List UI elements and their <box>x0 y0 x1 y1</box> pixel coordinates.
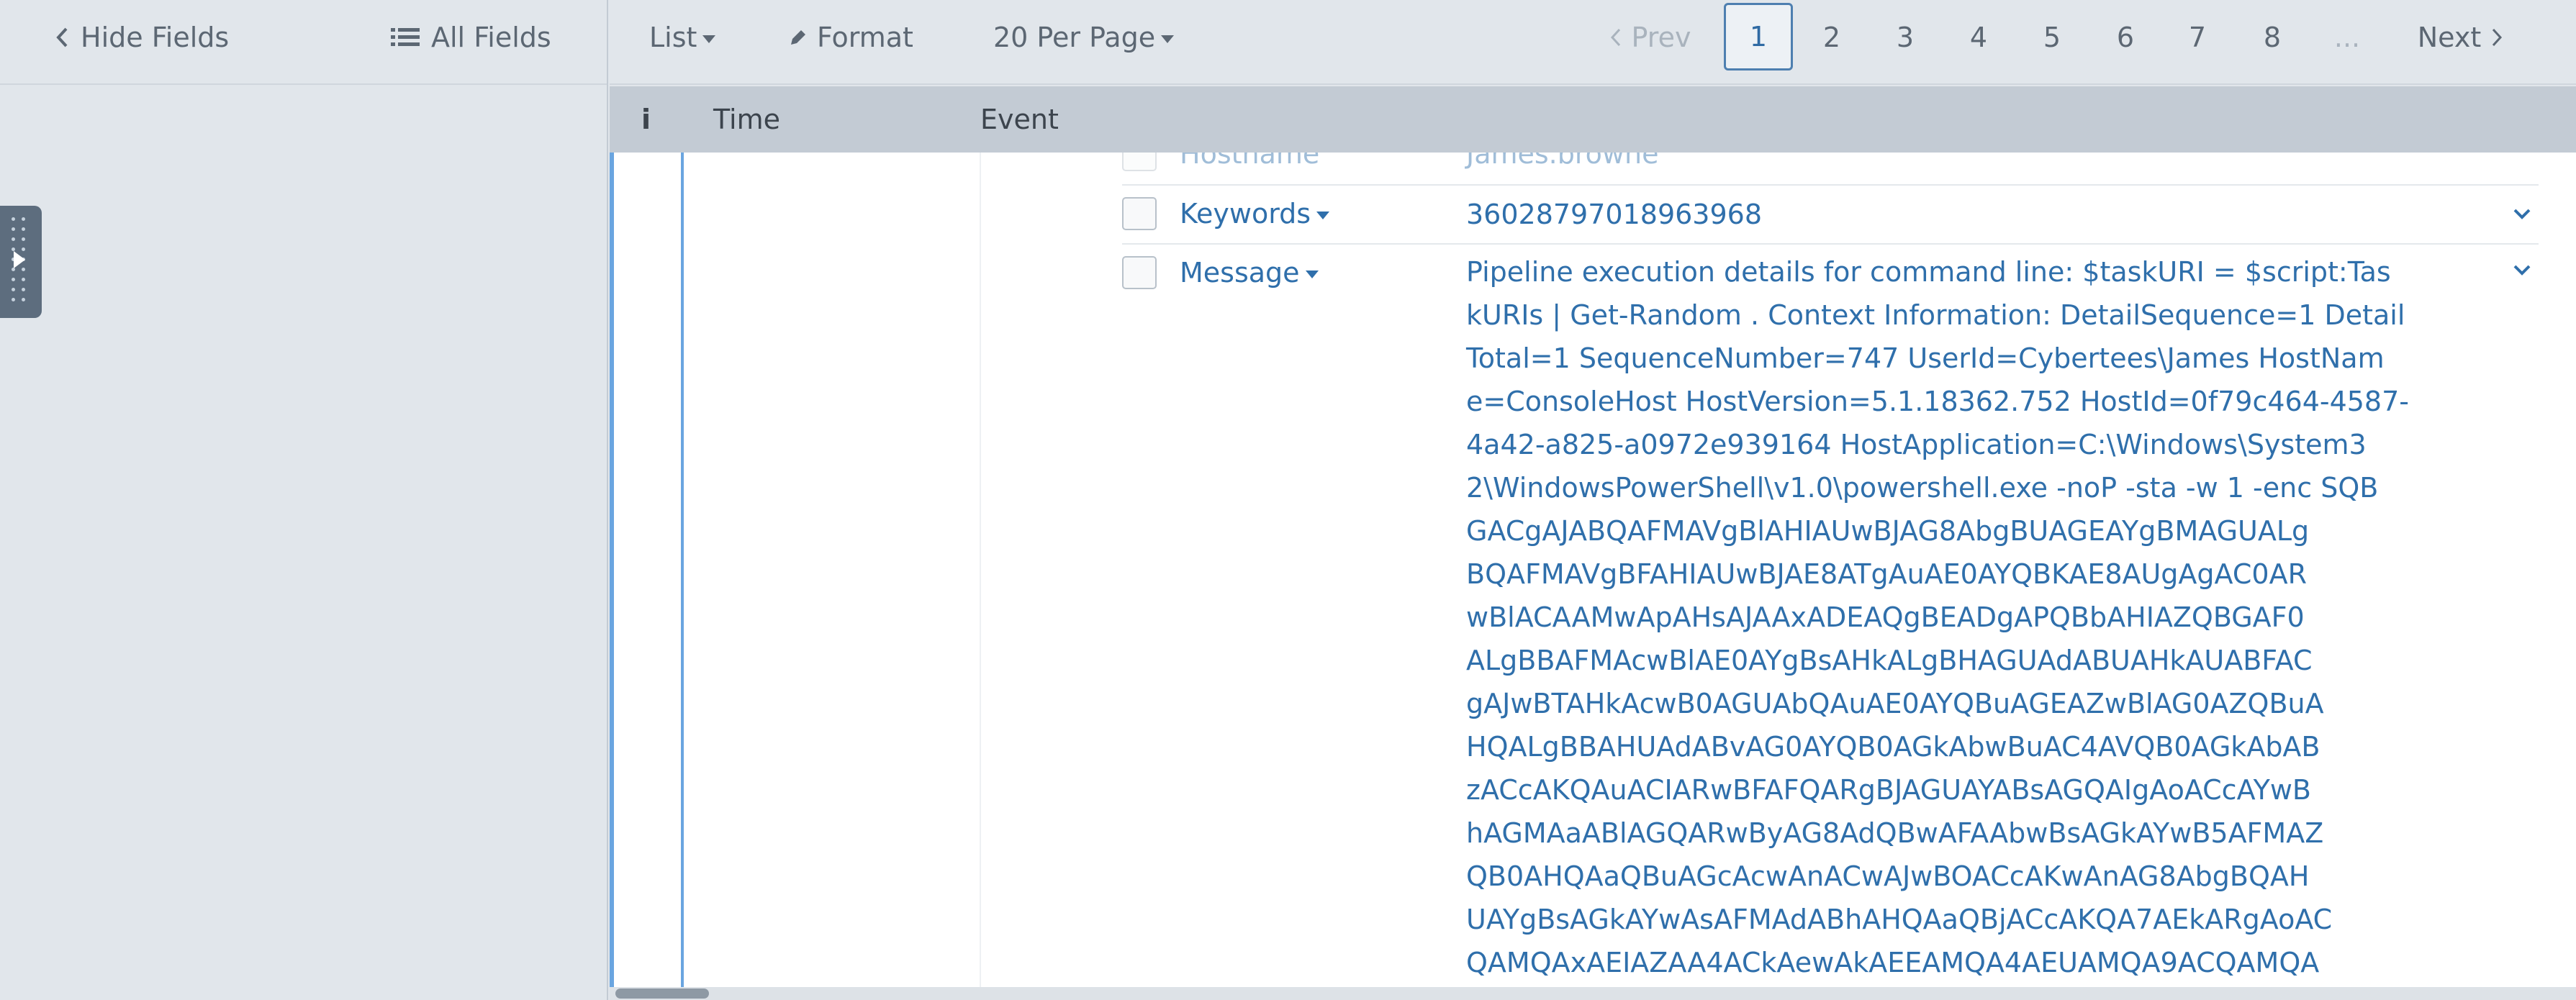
message-line: Pipeline execution details for command l… <box>1466 256 2391 288</box>
sidebar-header: Hide Fields All Fields <box>0 0 607 85</box>
chevron-down-icon[interactable] <box>2508 256 2536 285</box>
field-value-keywords[interactable]: 36028797018963968 <box>1466 199 1762 230</box>
field-name-message: Message <box>1180 257 1300 288</box>
pencil-icon <box>788 27 808 47</box>
field-name-message-dropdown[interactable]: Message <box>1180 255 1319 291</box>
horizontal-scrollbar[interactable] <box>610 987 2576 1000</box>
play-icon <box>14 251 25 268</box>
event-field-row-keywords: Keywords 36028797018963968 <box>1122 184 2539 243</box>
panel-drag-handle[interactable] <box>0 206 42 318</box>
message-line: GACgAJABQAFMAVgBlAHIAUwBJAG8AbgBUAGEAYgB… <box>1466 515 2310 547</box>
message-line: ALgBBAFMAcwBlAE0AYgBsAHkALgBHAGUAdABUAHk… <box>1466 645 2313 676</box>
hide-fields-button[interactable]: Hide Fields <box>55 0 229 75</box>
message-line: wBlACAAMwApAHsAJAAxADEAQgBEADgAPQBbAHIAZ… <box>1466 601 2305 633</box>
caret-down-icon <box>702 35 716 43</box>
message-line: HQALgBBAHUAdABvAG0AYQB0AGkAbwBuAC4AVQB0A… <box>1466 731 2320 763</box>
next-page-button[interactable]: Next <box>2406 0 2514 75</box>
message-line: kURIs | Get-Random . Context Information… <box>1466 299 2405 331</box>
message-line: gAJwBTAHkAcwB0AGUAbQAuAE0AYQBuAGEAZwBlAG… <box>1466 688 2324 719</box>
event-column-header[interactable]: Event <box>980 86 1059 153</box>
list-view-label: List <box>649 22 697 53</box>
hide-fields-label: Hide Fields <box>81 22 230 53</box>
time-column-header[interactable]: Time <box>713 86 780 153</box>
page-6-button[interactable]: 6 <box>2104 0 2147 75</box>
message-line: 4a42-a825-a0972e939164 HostApplication=C… <box>1466 429 2367 460</box>
format-label: Format <box>817 22 913 53</box>
prev-page-label: Prev <box>1631 22 1691 53</box>
page-1-button[interactable]: 1 <box>1724 3 1793 71</box>
page-2-button[interactable]: 2 <box>1810 0 1853 75</box>
results-toolbar: List Format 20 Per Page Prev 1 2 3 4 5 6… <box>610 0 2576 85</box>
info-column-header: i <box>641 104 651 135</box>
field-checkbox[interactable] <box>1122 256 1157 289</box>
caret-down-icon <box>1305 270 1319 278</box>
chevron-left-icon <box>1610 28 1622 47</box>
page-4-button[interactable]: 4 <box>1957 0 2000 75</box>
page-7-button[interactable]: 7 <box>2176 0 2219 75</box>
field-value-message[interactable]: Pipeline execution details for command l… <box>1466 250 2409 984</box>
field-name-keywords: Keywords <box>1180 198 1311 229</box>
results-list: Hostname James.browne Keywords 360287970… <box>610 153 2576 987</box>
list-view-dropdown[interactable]: List <box>649 0 716 75</box>
field-checkbox[interactable] <box>1122 197 1157 230</box>
chevron-right-icon <box>2491 28 2503 47</box>
field-name-hostname[interactable]: Hostname <box>1180 153 1319 170</box>
message-line: hAGMAaABlAGQARwByAG8AdQBwAFAAbwBsAGkAYwB… <box>1466 817 2324 849</box>
field-name-keywords-dropdown[interactable]: Keywords <box>1180 196 1330 232</box>
caret-down-icon <box>1316 211 1330 219</box>
scrollbar-thumb[interactable] <box>615 988 709 999</box>
per-page-dropdown[interactable]: 20 Per Page <box>993 0 1175 75</box>
message-line: BQAFMAVgBFAHIAUwBJAE8ATgAuAE0AYQBKAE8AUg… <box>1466 558 2307 590</box>
time-column-divider <box>980 153 981 987</box>
all-fields-label: All Fields <box>431 22 551 53</box>
field-checkbox[interactable] <box>1122 153 1157 171</box>
list-icon <box>391 27 421 48</box>
selected-row-indicator <box>610 153 614 987</box>
event-field-row-message: Message Pipeline execution details for c… <box>1122 243 2539 987</box>
page-5-button[interactable]: 5 <box>2030 0 2074 75</box>
pagination-ellipsis: ... <box>2333 22 2361 53</box>
next-page-label: Next <box>2417 22 2482 53</box>
all-fields-button[interactable]: All Fields <box>391 0 551 75</box>
caret-down-icon <box>1161 35 1175 43</box>
event-field-row-hostname: Hostname James.browne <box>1122 153 2539 184</box>
message-line: 2\WindowsPowerShell\v1.0\powershell.exe … <box>1466 472 2379 504</box>
chevron-down-icon[interactable] <box>2508 200 2536 229</box>
page-8-button[interactable]: 8 <box>2251 0 2294 75</box>
info-column-divider <box>681 153 684 987</box>
page-3-button[interactable]: 3 <box>1884 0 1927 75</box>
message-line: UAYgBsAGkAYwAsAFMAdABhAHQAaQBjACcAKQA7AE… <box>1466 904 2333 935</box>
results-column-header: i Time Event <box>610 86 2576 153</box>
prev-page-button[interactable]: Prev <box>1597 0 1704 75</box>
field-value-hostname[interactable]: James.browne <box>1466 153 1658 170</box>
per-page-label: 20 Per Page <box>993 22 1156 53</box>
message-line: e=ConsoleHost HostVersion=5.1.18362.752 … <box>1466 386 2409 417</box>
message-line: zACcAKQAuACIARwBFAFQARgBJAGUAYABsAGQAIgA… <box>1466 774 2311 806</box>
fields-sidebar: Hide Fields All Fields <box>0 0 608 1000</box>
format-dropdown[interactable]: Format <box>788 0 913 75</box>
chevron-left-icon <box>55 27 71 48</box>
message-line: QAMQAxAEIAZAA4ACkAewAkAEEAMQA4AEUAMQA9AC… <box>1466 947 2320 978</box>
message-line: Total=1 SequenceNumber=747 UserId=Cybert… <box>1466 342 2385 374</box>
message-line: QB0AHQAaQBuAGcAcwAnACwAJwBOACcAKwAnAG8Ab… <box>1466 860 2310 892</box>
